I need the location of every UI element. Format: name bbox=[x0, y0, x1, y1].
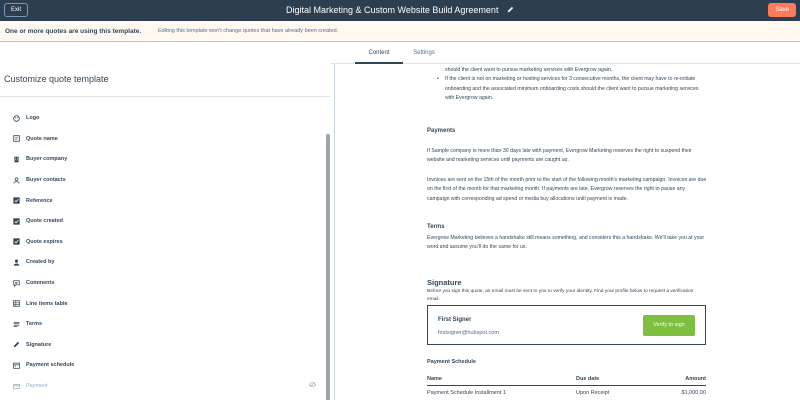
column-header-due-date: Due date bbox=[576, 376, 600, 382]
checkbox-icon bbox=[12, 217, 20, 225]
sidebar-item-label: Buyer company bbox=[26, 156, 68, 163]
editor-tabs: Content Settings bbox=[330, 42, 800, 64]
terms-heading: Terms bbox=[427, 224, 445, 230]
sidebar-item-quote-name[interactable]: Quote name bbox=[12, 129, 312, 150]
sidebar-item-label: Buyer contacts bbox=[26, 177, 66, 184]
editor-header: Exit Digital Marketing & Custom Website … bbox=[0, 0, 800, 21]
sidebar-item-payment[interactable]: Payment bbox=[12, 376, 317, 397]
table-row: Payment Schedule Installment 1 Upon Rece… bbox=[427, 388, 706, 400]
comments-icon bbox=[12, 279, 20, 287]
verify-to-sign-button[interactable]: Verify to sign bbox=[643, 315, 695, 336]
installment-name: Payment Schedule Installment 1 bbox=[427, 390, 506, 396]
terms-paragraph: Evergrow Marketing believes a handshake … bbox=[427, 235, 705, 251]
payment-schedule-heading: Payment Schedule bbox=[427, 359, 476, 365]
sidebar-item-terms[interactable]: Terms bbox=[12, 314, 312, 335]
sidebar-item-signature[interactable]: Signature bbox=[12, 335, 312, 356]
schedule-icon bbox=[12, 361, 20, 369]
palette-icon bbox=[12, 114, 20, 122]
payments-heading: Payments bbox=[427, 128, 456, 134]
column-header-amount: Amount bbox=[685, 376, 706, 382]
payments-paragraph-2: Invoices are sent on the 15th of the mon… bbox=[427, 177, 707, 202]
payment-icon bbox=[12, 382, 20, 390]
sidebar-item-line-items-table[interactable]: Line items table bbox=[12, 293, 312, 314]
sidebar-item-created-by[interactable]: Created by bbox=[12, 252, 312, 273]
template-in-use-notice: One or more quotes are using this templa… bbox=[0, 21, 800, 42]
quote-name-icon bbox=[12, 135, 20, 143]
quote-preview: should the client want to pursue marketi… bbox=[356, 64, 800, 400]
checkbox-icon bbox=[12, 238, 20, 246]
list-item: • If the client is not on marketing or h… bbox=[437, 75, 707, 103]
template-title[interactable]: Digital Marketing & Custom Website Build… bbox=[0, 0, 800, 21]
bullet-text: If the client is not on marketing or hos… bbox=[445, 76, 699, 101]
table-icon bbox=[12, 300, 20, 308]
installment-amount: $1,000.00 bbox=[681, 390, 706, 396]
sidebar-item-label: Quote created bbox=[26, 218, 63, 225]
sidebar-scrollbar[interactable] bbox=[326, 134, 330, 400]
notice-title: One or more quotes are using this templa… bbox=[5, 28, 142, 35]
terms-icon bbox=[12, 320, 20, 328]
sidebar-item-label: Quote name bbox=[26, 135, 58, 142]
sidebar-item-payment-schedule[interactable]: Payment schedule bbox=[12, 355, 312, 376]
sidebar-item-label: Signature bbox=[26, 341, 52, 348]
signer-email: firstsigner@hubspot.com bbox=[438, 330, 499, 336]
hidden-icon[interactable] bbox=[308, 381, 317, 389]
notice-message: Editing this template won't change quote… bbox=[158, 28, 339, 34]
bullet-text: should the client want to pursue marketi… bbox=[445, 67, 613, 73]
signer-name: First Signer bbox=[438, 317, 472, 323]
sidebar-item-label: Comments bbox=[26, 280, 55, 287]
user-icon bbox=[12, 258, 20, 266]
sidebar-item-label: Payment bbox=[26, 383, 48, 390]
checkbox-icon bbox=[12, 197, 20, 205]
sidebar-item-quote-expires[interactable]: Quote expires bbox=[12, 232, 312, 253]
customize-sidebar: Customize quote template Logo Quote name… bbox=[0, 64, 335, 400]
payment-schedule-header: Name Due date Amount bbox=[427, 374, 706, 386]
sidebar-item-label: Logo bbox=[26, 115, 40, 122]
policy-bullets: should the client want to pursue marketi… bbox=[437, 66, 707, 103]
sidebar-title: Customize quote template bbox=[4, 74, 109, 84]
sidebar-item-label: Created by bbox=[26, 259, 55, 266]
sidebar-item-label: Quote expires bbox=[26, 238, 63, 245]
sidebar-item-comments[interactable]: Comments bbox=[12, 273, 312, 294]
sidebar-divider bbox=[0, 96, 330, 97]
tab-content[interactable]: Content bbox=[355, 42, 403, 64]
save-button[interactable]: Save bbox=[768, 3, 796, 17]
sidebar-item-buyer-company[interactable]: Buyer company bbox=[12, 149, 312, 170]
building-icon bbox=[12, 155, 20, 163]
column-header-name: Name bbox=[427, 376, 442, 382]
payments-paragraph-1: If Sample company is more than 30 days l… bbox=[427, 148, 692, 164]
template-title-text: Digital Marketing & Custom Website Build… bbox=[286, 5, 499, 15]
signature-icon bbox=[12, 341, 20, 349]
tab-settings[interactable]: Settings bbox=[402, 42, 446, 64]
sidebar-module-list: Logo Quote name Buyer company Buyer cont… bbox=[12, 108, 317, 397]
sidebar-item-quote-created[interactable]: Quote created bbox=[12, 211, 312, 232]
sidebar-item-label: Payment schedule bbox=[26, 362, 75, 369]
contact-icon bbox=[12, 176, 20, 184]
list-item: should the client want to pursue marketi… bbox=[437, 66, 707, 75]
pencil-icon[interactable] bbox=[507, 0, 514, 21]
signature-heading: Signature bbox=[427, 278, 462, 287]
sidebar-item-label: Terms bbox=[26, 321, 43, 328]
signature-instructions: Before you sign this quote, an email mus… bbox=[427, 289, 694, 302]
sidebar-item-label: Line items table bbox=[26, 300, 68, 307]
signer-card: First Signer firstsigner@hubspot.com Ver… bbox=[427, 305, 706, 345]
sidebar-item-buyer-contacts[interactable]: Buyer contacts bbox=[12, 170, 312, 191]
installment-due-date: Upon Receipt bbox=[576, 390, 610, 396]
sidebar-item-label: Reference bbox=[26, 197, 53, 204]
sidebar-item-logo[interactable]: Logo bbox=[12, 108, 312, 129]
sidebar-item-reference[interactable]: Reference bbox=[12, 190, 312, 211]
